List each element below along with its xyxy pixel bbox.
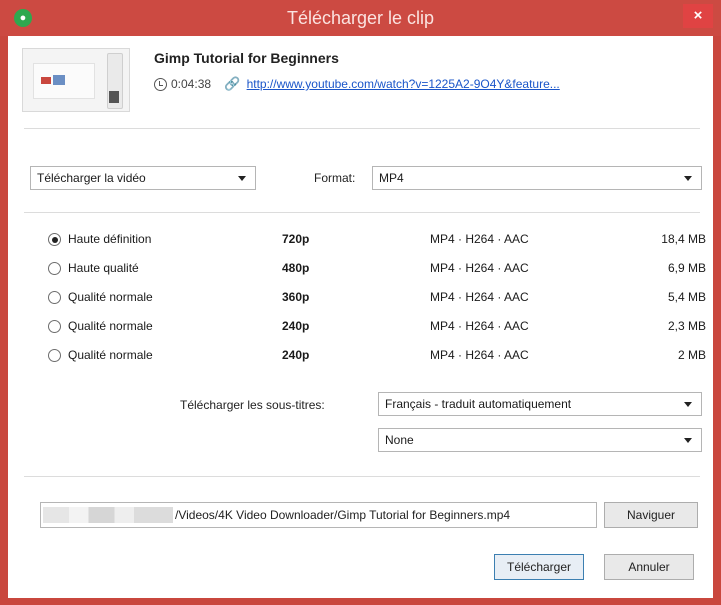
chevron-down-icon bbox=[684, 176, 692, 181]
chevron-down-icon bbox=[238, 176, 246, 181]
download-type-select[interactable]: Télécharger la vidéo bbox=[30, 166, 256, 190]
quality-label: Qualité normale bbox=[68, 290, 153, 304]
dialog-body: Gimp Tutorial for Beginners 0:04:38 🔗 htt… bbox=[8, 36, 713, 598]
quality-option[interactable]: Haute définition 720p MP4 · H264 · AAC 1… bbox=[46, 230, 710, 252]
format-select[interactable]: MP4 bbox=[372, 166, 702, 190]
cancel-button[interactable]: Annuler bbox=[604, 554, 694, 580]
quality-label: Haute qualité bbox=[68, 261, 139, 275]
quality-size: 6,9 MB bbox=[667, 261, 706, 275]
divider bbox=[24, 128, 700, 129]
quality-option[interactable]: Qualité normale 360p MP4 · H264 · AAC 5,… bbox=[46, 288, 710, 310]
subtitles-language-value: Français - traduit automatiquement bbox=[385, 397, 572, 411]
quality-radio[interactable] bbox=[48, 349, 61, 362]
quality-codec: MP4 · H264 · AAC bbox=[430, 261, 529, 275]
quality-radio[interactable] bbox=[48, 233, 61, 246]
video-thumbnail bbox=[22, 48, 130, 112]
quality-radio[interactable] bbox=[48, 262, 61, 275]
clock-icon bbox=[154, 77, 167, 91]
save-path-input[interactable]: /Videos/4K Video Downloader/Gimp Tutoria… bbox=[40, 502, 597, 528]
quality-radio[interactable] bbox=[48, 320, 61, 333]
close-button[interactable]: × bbox=[683, 4, 713, 28]
subtitles-language-select[interactable]: Français - traduit automatiquement bbox=[378, 392, 702, 416]
thumbnail-device-part bbox=[109, 91, 119, 103]
quality-size: 2 MB bbox=[677, 348, 706, 362]
quality-size: 2,3 MB bbox=[667, 319, 706, 333]
thumbnail-graphic bbox=[53, 75, 65, 85]
quality-radio[interactable] bbox=[48, 291, 61, 304]
format-value: MP4 bbox=[379, 171, 404, 185]
quality-resolution: 360p bbox=[282, 290, 310, 304]
quality-resolution: 720p bbox=[282, 232, 310, 246]
subtitles-secondary-select[interactable]: None bbox=[378, 428, 702, 452]
quality-size: 5,4 MB bbox=[667, 290, 706, 304]
quality-label: Qualité normale bbox=[68, 319, 153, 333]
divider bbox=[24, 212, 700, 213]
clip-title: Gimp Tutorial for Beginners bbox=[154, 50, 339, 66]
format-label: Format: bbox=[314, 171, 356, 185]
clip-url-link[interactable]: http://www.youtube.com/watch?v=1225A2-9O… bbox=[247, 77, 560, 91]
download-button[interactable]: Télécharger bbox=[494, 554, 584, 580]
quality-codec: MP4 · H264 · AAC bbox=[430, 319, 529, 333]
title-bar[interactable]: ● Télécharger le clip × bbox=[0, 0, 721, 36]
link-icon: 🔗 bbox=[224, 76, 241, 91]
clip-meta: 0:04:38 🔗 http://www.youtube.com/watch?v=… bbox=[154, 76, 560, 96]
chevron-down-icon bbox=[684, 402, 692, 407]
divider bbox=[24, 476, 700, 477]
subtitles-label: Télécharger les sous-titres: bbox=[180, 398, 325, 412]
quality-codec: MP4 · H264 · AAC bbox=[430, 232, 529, 246]
download-type-value: Télécharger la vidéo bbox=[37, 171, 146, 185]
quality-option[interactable]: Qualité normale 240p MP4 · H264 · AAC 2,… bbox=[46, 317, 710, 339]
quality-label: Haute définition bbox=[68, 232, 152, 246]
quality-resolution: 480p bbox=[282, 261, 310, 275]
subtitles-secondary-value: None bbox=[385, 433, 414, 447]
quality-size: 18,4 MB bbox=[661, 232, 706, 246]
save-path-text: /Videos/4K Video Downloader/Gimp Tutoria… bbox=[175, 508, 511, 522]
browse-button[interactable]: Naviguer bbox=[604, 502, 698, 528]
chevron-down-icon bbox=[684, 438, 692, 443]
thumbnail-graphic bbox=[41, 77, 51, 84]
quality-label: Qualité normale bbox=[68, 348, 153, 362]
quality-resolution: 240p bbox=[282, 319, 310, 333]
clip-duration: 0:04:38 bbox=[171, 77, 212, 91]
quality-codec: MP4 · H264 · AAC bbox=[430, 348, 529, 362]
quality-resolution: 240p bbox=[282, 348, 310, 362]
quality-option[interactable]: Haute qualité 480p MP4 · H264 · AAC 6,9 … bbox=[46, 259, 710, 281]
window-title: Télécharger le clip bbox=[286, 8, 435, 28]
quality-codec: MP4 · H264 · AAC bbox=[430, 290, 529, 304]
blurred-path-segment bbox=[43, 507, 173, 523]
quality-option[interactable]: Qualité normale 240p MP4 · H264 · AAC 2 … bbox=[46, 346, 710, 368]
